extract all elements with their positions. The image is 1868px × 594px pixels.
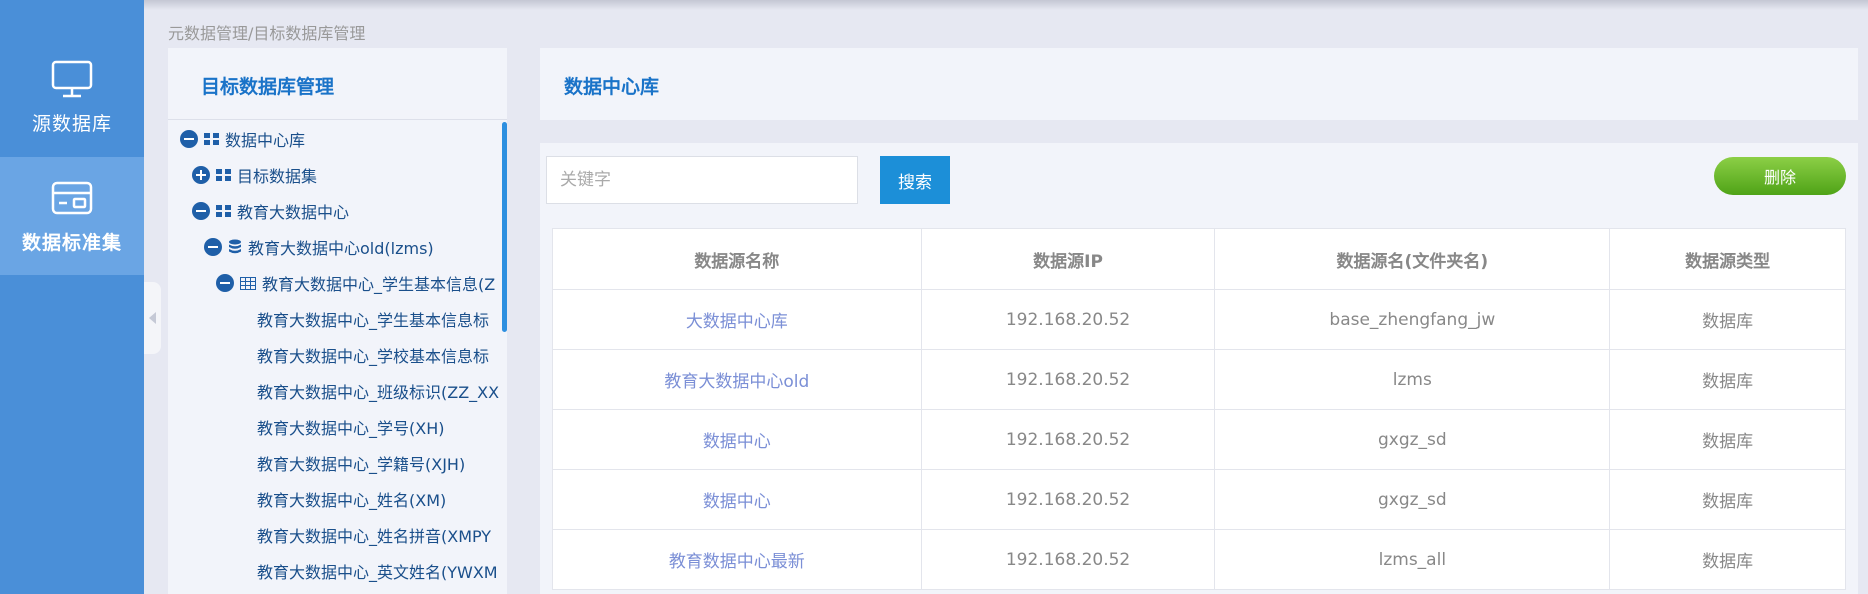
tree-node-label: 教育大数据中心old(lzms) (248, 239, 434, 258)
source-ip-cell: 192.168.20.52 (920, 409, 1216, 470)
source-folder-cell: gxgz_sd (1214, 469, 1611, 530)
collapse-toggle-icon[interactable] (204, 238, 222, 256)
tree-panel: 目标数据库管理 数据中心库 目标数据集 教育大数据中心 教育大数据中心old(l… (168, 48, 507, 594)
monitor-icon (51, 60, 93, 97)
source-folder-cell: gxgz_sd (1214, 409, 1611, 470)
tree-leaf[interactable]: 教育大数据中心_姓名(XM) (257, 484, 446, 514)
source-type-cell: 数据库 (1609, 289, 1846, 350)
nav-label-data-standard: 数据标准集 (21, 231, 122, 254)
source-type-cell: 数据库 (1609, 529, 1846, 590)
source-folder-cell: lzms_all (1214, 529, 1611, 590)
tree-leaf[interactable]: 教育大数据中心_学生基本信息标 (257, 304, 489, 334)
tree-leaf[interactable]: 教育大数据中心_学校基本信息标 (257, 340, 489, 370)
source-name-link[interactable]: 教育数据中心最新 (552, 529, 922, 590)
side-nav: 源数据库 数据标准集 (0, 0, 144, 594)
source-ip-cell: 192.168.20.52 (920, 529, 1216, 590)
grid-icon (204, 132, 219, 146)
tree-node-student-info[interactable]: 教育大数据中心_学生基本信息(Z (216, 268, 495, 298)
tree-node-label: 教育大数据中心_学生基本信息(Z (262, 275, 496, 294)
source-name-link[interactable]: 数据中心 (552, 409, 922, 470)
content-header: 数据中心库 (540, 48, 1858, 120)
tree-node-edu-center-old[interactable]: 教育大数据中心old(lzms) (204, 232, 434, 262)
tree-leaf[interactable]: 教育大数据中心_学籍号(XJH) (257, 448, 465, 478)
page-title: 数据中心库 (564, 76, 660, 98)
search-button[interactable]: 搜索 (880, 156, 950, 204)
tree-leaf[interactable]: 教育大数据中心_学号(XH) (257, 412, 444, 442)
grid-icon (216, 168, 231, 182)
sidebar-collapse-tab[interactable] (144, 282, 161, 354)
main-panel: 搜索 删除 数据源名称 数据源IP 数据源名(文件夹名) 数据源类型 大数据中心… (540, 143, 1858, 594)
tree-node-edu-center[interactable]: 教育大数据中心 (192, 196, 349, 226)
table-row[interactable]: 教育数据中心最新 192.168.20.52 lzms_all 数据库 (552, 529, 1846, 590)
source-type-cell: 数据库 (1609, 349, 1846, 410)
column-header: 数据源名称 (552, 228, 922, 290)
collapse-toggle-icon[interactable] (192, 202, 210, 220)
source-type-cell: 数据库 (1609, 469, 1846, 530)
table-row[interactable]: 大数据中心库 192.168.20.52 base_zhengfang_jw 数… (552, 289, 1846, 350)
database-icon (229, 239, 241, 254)
tree-leaf[interactable]: 教育大数据中心_英文姓名(YWXM (257, 556, 498, 586)
source-folder-cell: lzms (1214, 349, 1611, 410)
tree-node-label: 数据中心库 (225, 131, 306, 150)
table-row[interactable]: 数据中心 192.168.20.52 gxgz_sd 数据库 (552, 409, 1846, 470)
collapse-toggle-icon[interactable] (180, 130, 198, 148)
source-name-link[interactable]: 教育大数据中心old (552, 349, 922, 410)
table-row[interactable]: 数据中心 192.168.20.52 gxgz_sd 数据库 (552, 469, 1846, 530)
source-ip-cell: 192.168.20.52 (920, 469, 1216, 530)
source-name-link[interactable]: 大数据中心库 (552, 289, 922, 350)
tree-node-data-center[interactable]: 数据中心库 (180, 124, 305, 154)
source-name-link[interactable]: 数据中心 (552, 469, 922, 530)
column-header: 数据源名(文件夹名) (1214, 228, 1611, 290)
data-source-table: 数据源名称 数据源IP 数据源名(文件夹名) 数据源类型 大数据中心库 192.… (552, 228, 1846, 590)
tree-leaf[interactable]: 教育大数据中心_姓名拼音(XMPY (257, 520, 491, 550)
nav-label-source-db: 源数据库 (31, 112, 112, 135)
source-type-cell: 数据库 (1609, 409, 1846, 470)
nav-item-data-standard[interactable]: 数据标准集 (0, 157, 144, 275)
tree-node-label: 教育大数据中心 (237, 203, 350, 222)
nav-item-source-db[interactable]: 源数据库 (0, 38, 144, 156)
card-icon (51, 181, 93, 214)
source-folder-cell: base_zhengfang_jw (1214, 289, 1611, 350)
source-ip-cell: 192.168.20.52 (920, 289, 1216, 350)
search-input[interactable] (546, 156, 858, 204)
tree-scrollbar[interactable] (502, 122, 507, 332)
column-header: 数据源IP (920, 228, 1216, 290)
table-header-row: 数据源名称 数据源IP 数据源名(文件夹名) 数据源类型 (552, 228, 1846, 290)
table-row[interactable]: 教育大数据中心old 192.168.20.52 lzms 数据库 (552, 349, 1846, 410)
tree-panel-title: 目标数据库管理 (168, 48, 507, 120)
top-shadow (144, 0, 1868, 10)
tree-leaf[interactable]: 教育大数据中心_班级标识(ZZ_XX (257, 376, 499, 406)
table-icon (240, 276, 256, 290)
delete-button[interactable]: 删除 (1714, 157, 1846, 195)
column-header: 数据源类型 (1609, 228, 1846, 290)
grid-icon (216, 204, 231, 218)
tree-node-target-set[interactable]: 目标数据集 (192, 160, 317, 190)
expand-toggle-icon[interactable] (192, 166, 210, 184)
tree-node-label: 目标数据集 (237, 167, 318, 186)
collapse-arrow-icon (149, 312, 156, 324)
breadcrumb: 元数据管理/目标数据库管理 (168, 24, 366, 43)
collapse-toggle-icon[interactable] (216, 274, 234, 292)
source-ip-cell: 192.168.20.52 (920, 349, 1216, 410)
